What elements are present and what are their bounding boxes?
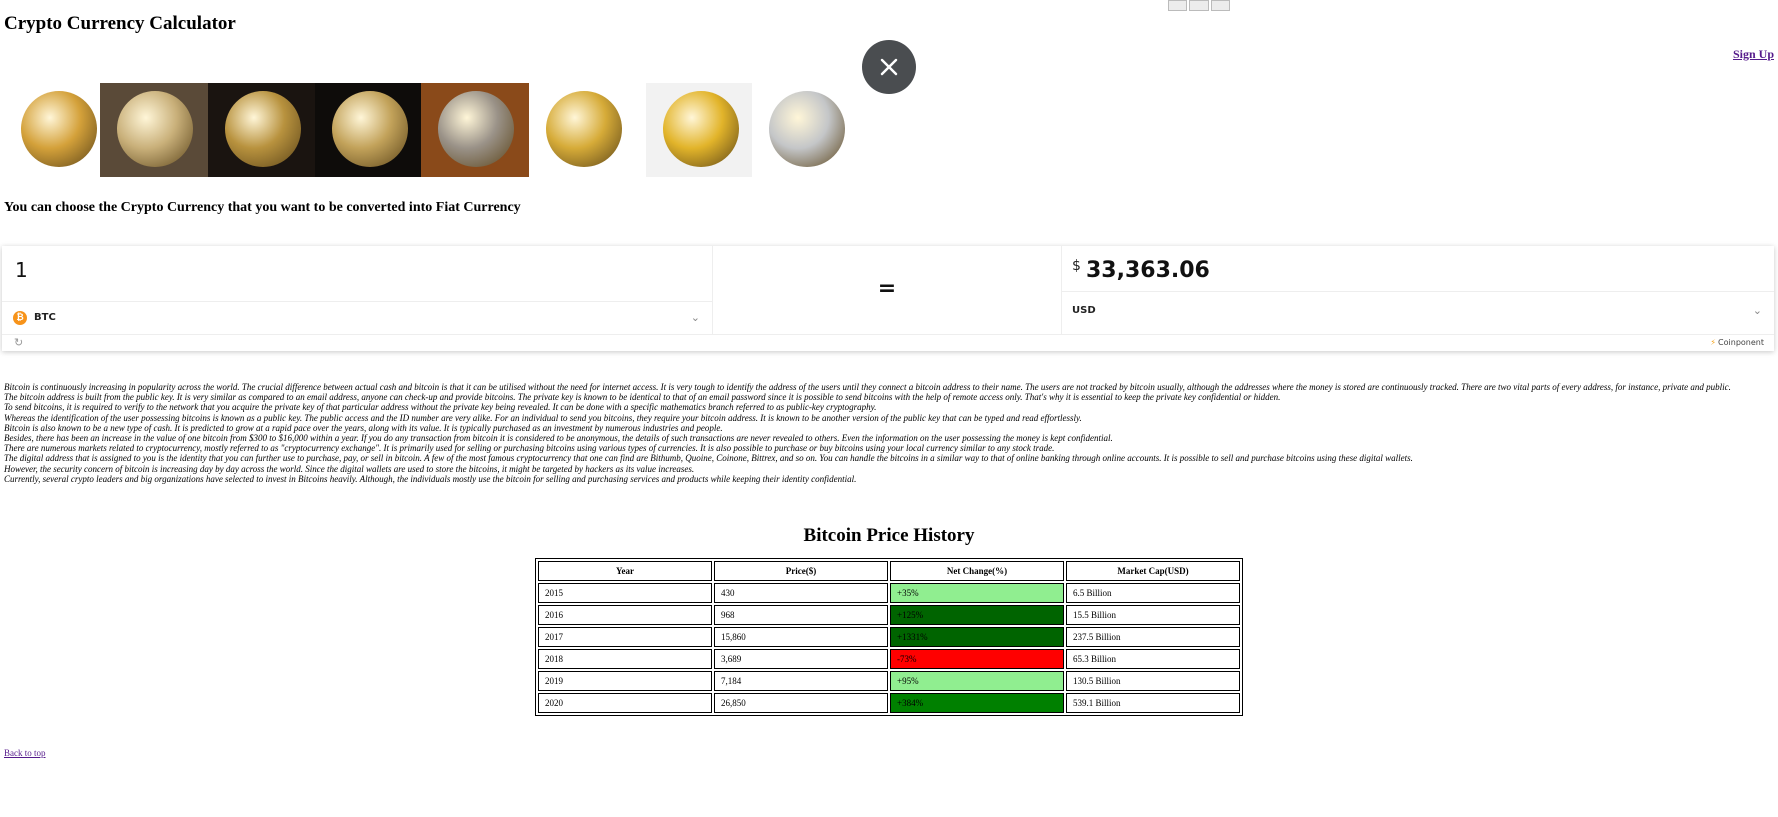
page-title: Crypto Currency Calculator	[4, 13, 236, 34]
litecoin-coin-image	[752, 83, 861, 177]
close-button[interactable]	[862, 40, 916, 94]
converted-value: 33,363.06	[1086, 258, 1210, 283]
from-currency-label: BTC	[34, 312, 56, 323]
xrp-coin-image	[315, 83, 424, 177]
bitcoin-coin-image	[4, 83, 113, 177]
article-paragraph: Whereas the identification of the user p…	[4, 412, 1082, 423]
coin-disc	[438, 91, 514, 167]
coin-disc	[769, 91, 845, 167]
top-toolbar[interactable]	[1168, 0, 1230, 11]
crypto-converter-widget: 1 ₿ BTC ⌄ = $ 33,363.06 USD ⌄ ↻ ⚡ Coinpon…	[2, 246, 1774, 351]
article-text: Bitcoin is continuously increasing in po…	[4, 382, 1774, 484]
tether-coin-image	[421, 83, 530, 177]
close-icon	[880, 58, 898, 76]
cell-year: 2019	[538, 671, 712, 691]
article-paragraph: Currently, several crypto leaders and bi…	[4, 473, 857, 484]
history-title: Bitcoin Price History	[803, 525, 975, 546]
chevron-down-icon: ⌄	[690, 311, 700, 324]
refresh-icon[interactable]: ↻	[14, 336, 23, 349]
to-panel: $ 33,363.06 USD ⌄	[1062, 246, 1774, 334]
cell-net-change: +125%	[890, 605, 1064, 625]
back-to-top-link[interactable]: Back to top	[4, 748, 46, 758]
cell-net-change: +1331%	[890, 627, 1064, 647]
powered-by-label: Coinponent	[1718, 338, 1764, 347]
equals-sign: =	[877, 276, 897, 301]
table-body: 2015 430 +35% 6.5 Billion 2016 968 +125% 15.5 B…	[538, 583, 1240, 713]
coin-disc	[546, 91, 622, 167]
coin-disc	[332, 91, 408, 167]
chevron-down-icon[interactable]	[1210, 0, 1230, 11]
price-history-table: Year Price($) Net Change(%) Market Cap(U…	[535, 558, 1243, 716]
bolt-icon: ⚡	[1710, 338, 1717, 347]
binance-coin-image	[208, 83, 317, 177]
cell-market-cap: 539.1 Billion	[1066, 693, 1240, 713]
cell-net-change: +95%	[890, 671, 1064, 691]
to-currency-select[interactable]: USD ⌄	[1062, 291, 1774, 335]
grid-icon[interactable]	[1168, 0, 1188, 11]
header-market-cap: Market Cap(USD)	[1066, 561, 1240, 581]
article-paragraph: Bitcoin is also known to be a new type o…	[4, 422, 723, 433]
article-paragraph: However, the security concern of bitcoin…	[4, 463, 695, 474]
equals-panel: =	[713, 246, 1062, 334]
table-row: 2020 26,850 +384% 539.1 Billion	[538, 693, 1240, 713]
cell-year: 2016	[538, 605, 712, 625]
table-row: 2017 15,860 +1331% 237.5 Billion	[538, 627, 1240, 647]
cell-year: 2018	[538, 649, 712, 669]
chevron-down-icon: ⌄	[1752, 304, 1762, 317]
cell-market-cap: 6.5 Billion	[1066, 583, 1240, 603]
bitcoin-icon: ₿	[13, 311, 27, 325]
sign-up-link[interactable]: Sign Up	[1733, 47, 1774, 62]
cell-price: 15,860	[714, 627, 888, 647]
from-currency-select[interactable]: ₿ BTC ⌄	[2, 301, 712, 335]
cell-year: 2017	[538, 627, 712, 647]
cell-price: 968	[714, 605, 888, 625]
cell-net-change: +35%	[890, 583, 1064, 603]
article-paragraph: Besides, there has been an increase in t…	[4, 433, 1113, 444]
cell-market-cap: 15.5 Billion	[1066, 605, 1240, 625]
coin-disc	[663, 91, 739, 167]
coin-disc	[117, 91, 193, 167]
table-row: 2015 430 +35% 6.5 Billion	[538, 583, 1240, 603]
article-paragraph: There are numerous markets related to cr…	[4, 443, 1055, 454]
powered-by[interactable]: ⚡ Coinponent	[1710, 338, 1764, 347]
table-header-row: Year Price($) Net Change(%) Market Cap(U…	[538, 561, 1240, 581]
cell-price: 7,184	[714, 671, 888, 691]
cell-net-change: -73%	[890, 649, 1064, 669]
table-row: 2016 968 +125% 15.5 Billion	[538, 605, 1240, 625]
expand-icon[interactable]	[1189, 0, 1209, 11]
widget-footer: ↻ ⚡ Coinponent	[2, 334, 1774, 352]
dogecoin-coin-image	[646, 83, 755, 177]
header-net-change: Net Change(%)	[890, 561, 1064, 581]
cardano-coin-image	[529, 83, 638, 177]
cell-price: 3,689	[714, 649, 888, 669]
table-row: 2018 3,689 -73% 65.3 Billion	[538, 649, 1240, 669]
article-paragraph: The digital address that is assigned to …	[4, 453, 1413, 464]
cell-net-change: +384%	[890, 693, 1064, 713]
header-price: Price($)	[714, 561, 888, 581]
currency-sign: $	[1072, 258, 1081, 274]
ethereum-coin-image	[100, 83, 209, 177]
cell-market-cap: 130.5 Billion	[1066, 671, 1240, 691]
cell-year: 2015	[538, 583, 712, 603]
table-row: 2019 7,184 +95% 130.5 Billion	[538, 671, 1240, 691]
intro-text: You can choose the Crypto Currency that …	[4, 200, 521, 215]
coin-disc	[225, 91, 301, 167]
cell-price: 430	[714, 583, 888, 603]
from-panel: 1 ₿ BTC ⌄	[2, 246, 713, 334]
header-year: Year	[538, 561, 712, 581]
article-paragraph: The bitcoin address is built from the pu…	[4, 392, 1281, 403]
to-currency-label: USD	[1072, 305, 1096, 316]
amount-input[interactable]: 1	[15, 258, 28, 282]
article-paragraph: Bitcoin is continuously increasing in po…	[4, 382, 1731, 392]
article-paragraph: To send bitcoins, it is required to veri…	[4, 402, 877, 413]
cell-market-cap: 65.3 Billion	[1066, 649, 1240, 669]
coin-disc	[21, 91, 97, 167]
cell-price: 26,850	[714, 693, 888, 713]
cell-market-cap: 237.5 Billion	[1066, 627, 1240, 647]
cell-year: 2020	[538, 693, 712, 713]
